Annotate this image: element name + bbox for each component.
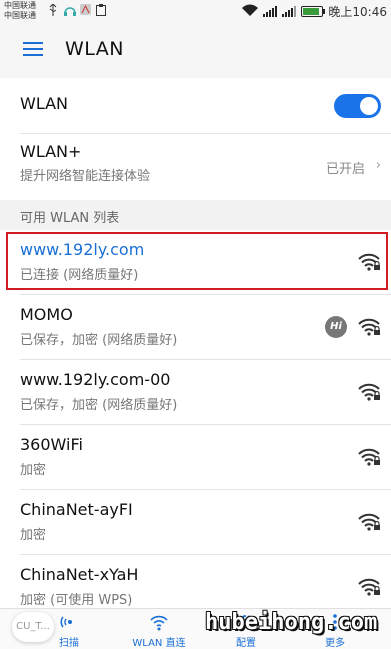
network-status: 加密 (可使用 WPS) [20, 593, 133, 608]
wifi-locked-icon [357, 447, 381, 467]
network-row[interactable]: www.192ly.com 已连接 (网络质量好) [0, 230, 391, 295]
signal-icon-2 [282, 6, 297, 17]
network-name: ChinaNet-xYaH [20, 565, 139, 584]
wlan-plus-value: 已开启 [325, 162, 365, 177]
network-row[interactable]: MOMO 已保存，加密 (网络质量好) Hi [0, 295, 391, 360]
network-name: ChinaNet-ayFI [20, 500, 133, 519]
status-bar: 中国联通 中国联通 晚上10:46 [0, 0, 391, 22]
status-time: 晚上10:46 [328, 5, 387, 19]
wlan-plus-row[interactable]: WLAN+ 提升网络智能连接体验 已开启 › [0, 134, 391, 200]
network-row[interactable]: 360WiFi 加密 [0, 425, 391, 490]
headset-icon [64, 4, 76, 16]
wifi-direct-icon [124, 612, 194, 632]
network-name: 360WiFi [20, 435, 83, 454]
network-row[interactable]: www.192ly.com-00 已保存，加密 (网络质量好) [0, 360, 391, 425]
network-row[interactable]: ChinaNet-ayFI 加密 [0, 490, 391, 555]
network-status: 已保存，加密 (网络质量好) [20, 333, 178, 348]
wlan-plus-subtitle: 提升网络智能连接体验 [20, 169, 151, 184]
more-icon [300, 612, 370, 632]
network-status: 已保存，加密 (网络质量好) [20, 398, 178, 413]
tab-more[interactable]: 更多 [300, 612, 370, 649]
signal-icon-1 [263, 6, 278, 17]
network-name: MOMO [20, 305, 73, 324]
status-right: 晚上10:46 [242, 3, 387, 20]
carrier-1: 中国联通 [4, 1, 36, 10]
wifi-locked-icon [357, 512, 381, 532]
wifi-locked-icon [357, 317, 381, 337]
clipboard-icon [96, 4, 107, 16]
app-icon [80, 4, 91, 16]
network-status: 加密 [20, 528, 47, 543]
network-name: www.192ly.com [20, 240, 145, 259]
tab-more-label: 更多 [325, 638, 345, 649]
wifi-locked-icon [357, 577, 381, 597]
network-status: 已连接 (网络质量好) [20, 268, 139, 283]
settings-icon [211, 612, 281, 632]
floating-button[interactable]: CU_T... [12, 612, 54, 642]
list-header: 可用 WLAN 列表 [20, 211, 120, 226]
tab-config-label: 配置 [236, 638, 256, 649]
carrier-labels: 中国联通 中国联通 [4, 1, 36, 21]
wlan-toggle-label: WLAN [20, 94, 69, 113]
battery-fill [303, 8, 319, 15]
section-header: 可用 WLAN 列表 [0, 200, 391, 230]
notification-icons [48, 3, 107, 16]
menu-icon[interactable] [23, 41, 43, 57]
wlan-toggle-row[interactable]: WLAN [0, 78, 391, 134]
battery-icon [301, 6, 326, 17]
hilink-badge-icon: Hi [325, 316, 347, 338]
chevron-right-icon: › [375, 158, 381, 173]
tab-wifi-direct-label: WLAN 直连 [132, 638, 186, 649]
network-status: 加密 [20, 463, 47, 478]
toggle-knob [360, 97, 378, 115]
network-name: www.192ly.com-00 [20, 370, 171, 389]
tab-wifi-direct[interactable]: WLAN 直连 [124, 612, 194, 649]
carrier-2: 中国联通 [4, 11, 36, 20]
app-bar: WLAN [0, 22, 391, 78]
page-title: WLAN [65, 38, 125, 60]
usb-icon [48, 3, 59, 16]
wifi-status-icon [242, 4, 259, 19]
wifi-locked-icon [357, 252, 381, 272]
bottom-bar: 扫描 WLAN 直连 配置 更多 [0, 608, 391, 649]
wifi-locked-icon [357, 382, 381, 402]
tab-config[interactable]: 配置 [211, 612, 281, 649]
wlan-plus-title: WLAN+ [20, 142, 82, 161]
wlan-toggle-switch[interactable] [334, 94, 381, 118]
